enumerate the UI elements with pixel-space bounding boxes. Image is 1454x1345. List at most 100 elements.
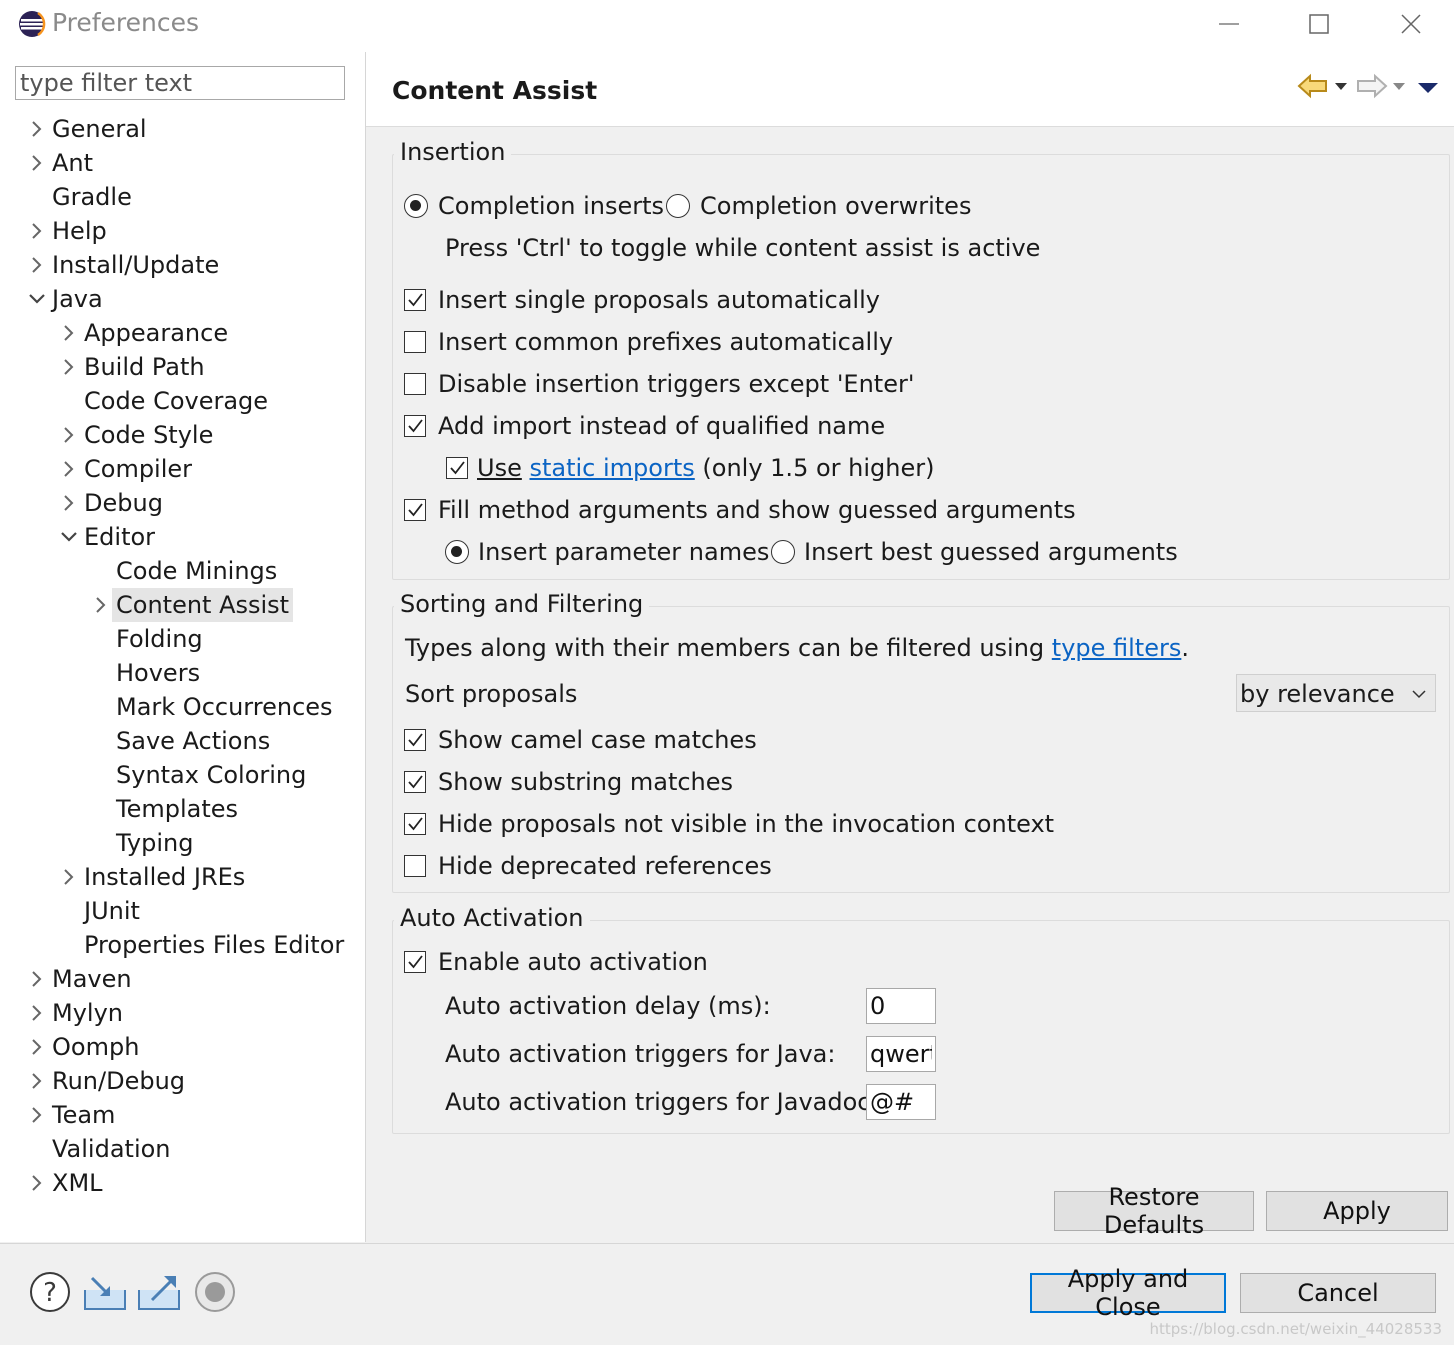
tree-item-templates[interactable]: Templates xyxy=(0,792,365,826)
tree-item-java[interactable]: Java xyxy=(0,282,365,316)
record-button[interactable] xyxy=(193,1270,237,1314)
apply-and-close-button[interactable]: Apply and Close xyxy=(1030,1265,1226,1321)
sorting-group-title: Sorting and Filtering xyxy=(394,590,650,618)
maximize-button[interactable] xyxy=(1274,0,1364,48)
import-button[interactable] xyxy=(82,1272,128,1312)
chevron-right-icon[interactable] xyxy=(60,452,80,486)
use-static-imports-checkbox[interactable] xyxy=(446,457,468,479)
cancel-button[interactable]: Cancel xyxy=(1240,1273,1436,1313)
tree-item-gradle[interactable]: Gradle xyxy=(0,180,365,214)
tree-item-label: Content Assist xyxy=(112,588,294,622)
tree-item-help[interactable]: Help xyxy=(0,214,365,248)
tree-item-label: Maven xyxy=(52,965,132,993)
sort-proposals-label: Sort proposals xyxy=(405,680,578,708)
tree-item-label: Properties Files Editor xyxy=(84,931,345,959)
apply-button[interactable]: Apply xyxy=(1266,1191,1448,1231)
tree-item-label: Java xyxy=(52,285,103,313)
back-button[interactable] xyxy=(1296,70,1348,104)
fill-method-arguments-checkbox[interactable] xyxy=(404,499,426,521)
activation-delay-input[interactable] xyxy=(866,988,936,1024)
tree-item-code-coverage[interactable]: Code Coverage xyxy=(0,384,365,418)
tree-item-label: Install/Update xyxy=(52,251,220,279)
forward-button[interactable] xyxy=(1355,70,1407,104)
disable-insertion-triggers-checkbox[interactable] xyxy=(404,373,426,395)
chevron-right-icon[interactable] xyxy=(60,316,80,350)
checkmark-icon xyxy=(408,503,423,517)
tree-item-oomph[interactable]: Oomph xyxy=(0,1030,365,1064)
sort-proposals-select[interactable]: by relevance xyxy=(1236,674,1436,712)
tree-item-xml[interactable]: XML xyxy=(0,1166,365,1200)
tree-item-hovers[interactable]: Hovers xyxy=(0,656,365,690)
view-menu-button[interactable] xyxy=(1416,72,1442,100)
tree-item-label: XML xyxy=(52,1169,103,1197)
chevron-right-icon[interactable] xyxy=(28,1030,48,1064)
chevron-right-icon[interactable] xyxy=(28,962,48,996)
completion-inserts-radio[interactable] xyxy=(404,194,428,218)
add-import-checkbox[interactable] xyxy=(404,415,426,437)
tree-item-ant[interactable]: Ant xyxy=(0,146,365,180)
show-substring-checkbox[interactable] xyxy=(404,771,426,793)
chevron-right-icon[interactable] xyxy=(28,996,48,1030)
tree-item-maven[interactable]: Maven xyxy=(0,962,365,996)
chevron-right-icon[interactable] xyxy=(28,112,48,146)
insert-parameter-names-radio[interactable] xyxy=(445,540,469,564)
tree-item-debug[interactable]: Debug xyxy=(0,486,365,520)
type-filters-link[interactable]: type filters xyxy=(1052,634,1182,662)
tree-item-save-actions[interactable]: Save Actions xyxy=(0,724,365,758)
export-button[interactable] xyxy=(136,1272,182,1312)
tree-item-mark-occurrences[interactable]: Mark Occurrences xyxy=(0,690,365,724)
insert-common-prefixes-checkbox[interactable] xyxy=(404,331,426,353)
tree-item-junit[interactable]: JUnit xyxy=(0,894,365,928)
chevron-right-icon[interactable] xyxy=(28,1064,48,1098)
help-icon: ? xyxy=(30,1272,70,1312)
chevron-down-icon xyxy=(1412,690,1426,699)
svg-text:?: ? xyxy=(43,1278,57,1308)
tree-item-syntax-coloring[interactable]: Syntax Coloring xyxy=(0,758,365,792)
chevron-right-icon[interactable] xyxy=(60,418,80,452)
hide-deprecated-checkbox[interactable] xyxy=(404,855,426,877)
tree-item-typing[interactable]: Typing xyxy=(0,826,365,860)
tree-item-run-debug[interactable]: Run/Debug xyxy=(0,1064,365,1098)
show-camel-case-checkbox[interactable] xyxy=(404,729,426,751)
chevron-right-icon[interactable] xyxy=(60,486,80,520)
static-imports-link[interactable]: static imports xyxy=(529,454,694,482)
help-button[interactable]: ? xyxy=(29,1271,71,1313)
filter-input[interactable] xyxy=(15,66,345,100)
tree-item-compiler[interactable]: Compiler xyxy=(0,452,365,486)
chevron-right-icon[interactable] xyxy=(28,248,48,282)
tree-item-installed-jres[interactable]: Installed JREs xyxy=(0,860,365,894)
chevron-right-icon[interactable] xyxy=(28,214,48,248)
enable-auto-activation-checkbox[interactable] xyxy=(404,951,426,973)
tree-item-content-assist[interactable]: Content Assist xyxy=(0,588,365,622)
hide-not-visible-checkbox[interactable] xyxy=(404,813,426,835)
toggle-hint: Press 'Ctrl' to toggle while content ass… xyxy=(445,234,1041,262)
tree-item-editor[interactable]: Editor xyxy=(0,520,365,554)
chevron-right-icon[interactable] xyxy=(28,1098,48,1132)
tree-item-code-minings[interactable]: Code Minings xyxy=(0,554,365,588)
chevron-down-icon[interactable] xyxy=(60,520,80,554)
javadoc-triggers-input[interactable] xyxy=(866,1084,936,1120)
chevron-right-icon[interactable] xyxy=(60,860,80,894)
tree-item-code-style[interactable]: Code Style xyxy=(0,418,365,452)
close-button[interactable] xyxy=(1366,0,1454,48)
completion-overwrites-radio[interactable] xyxy=(666,194,690,218)
tree-item-team[interactable]: Team xyxy=(0,1098,365,1132)
tree-item-general[interactable]: General xyxy=(0,112,365,146)
tree-item-build-path[interactable]: Build Path xyxy=(0,350,365,384)
tree-item-appearance[interactable]: Appearance xyxy=(0,316,365,350)
chevron-right-icon[interactable] xyxy=(60,350,80,384)
chevron-right-icon[interactable] xyxy=(28,1166,48,1200)
tree-item-properties-files-editor[interactable]: Properties Files Editor xyxy=(0,928,365,962)
tree-item-folding[interactable]: Folding xyxy=(0,622,365,656)
insert-single-proposals-checkbox[interactable] xyxy=(404,289,426,311)
tree-item-validation[interactable]: Validation xyxy=(0,1132,365,1166)
tree-item-install-update[interactable]: Install/Update xyxy=(0,248,365,282)
chevron-right-icon[interactable] xyxy=(92,588,112,622)
tree-item-mylyn[interactable]: Mylyn xyxy=(0,996,365,1030)
restore-defaults-button[interactable]: Restore Defaults xyxy=(1054,1183,1254,1239)
insert-best-guessed-radio[interactable] xyxy=(771,540,795,564)
minimize-button[interactable] xyxy=(1184,0,1274,48)
chevron-down-icon[interactable] xyxy=(28,282,48,316)
java-triggers-input[interactable] xyxy=(866,1036,936,1072)
chevron-right-icon[interactable] xyxy=(28,146,48,180)
